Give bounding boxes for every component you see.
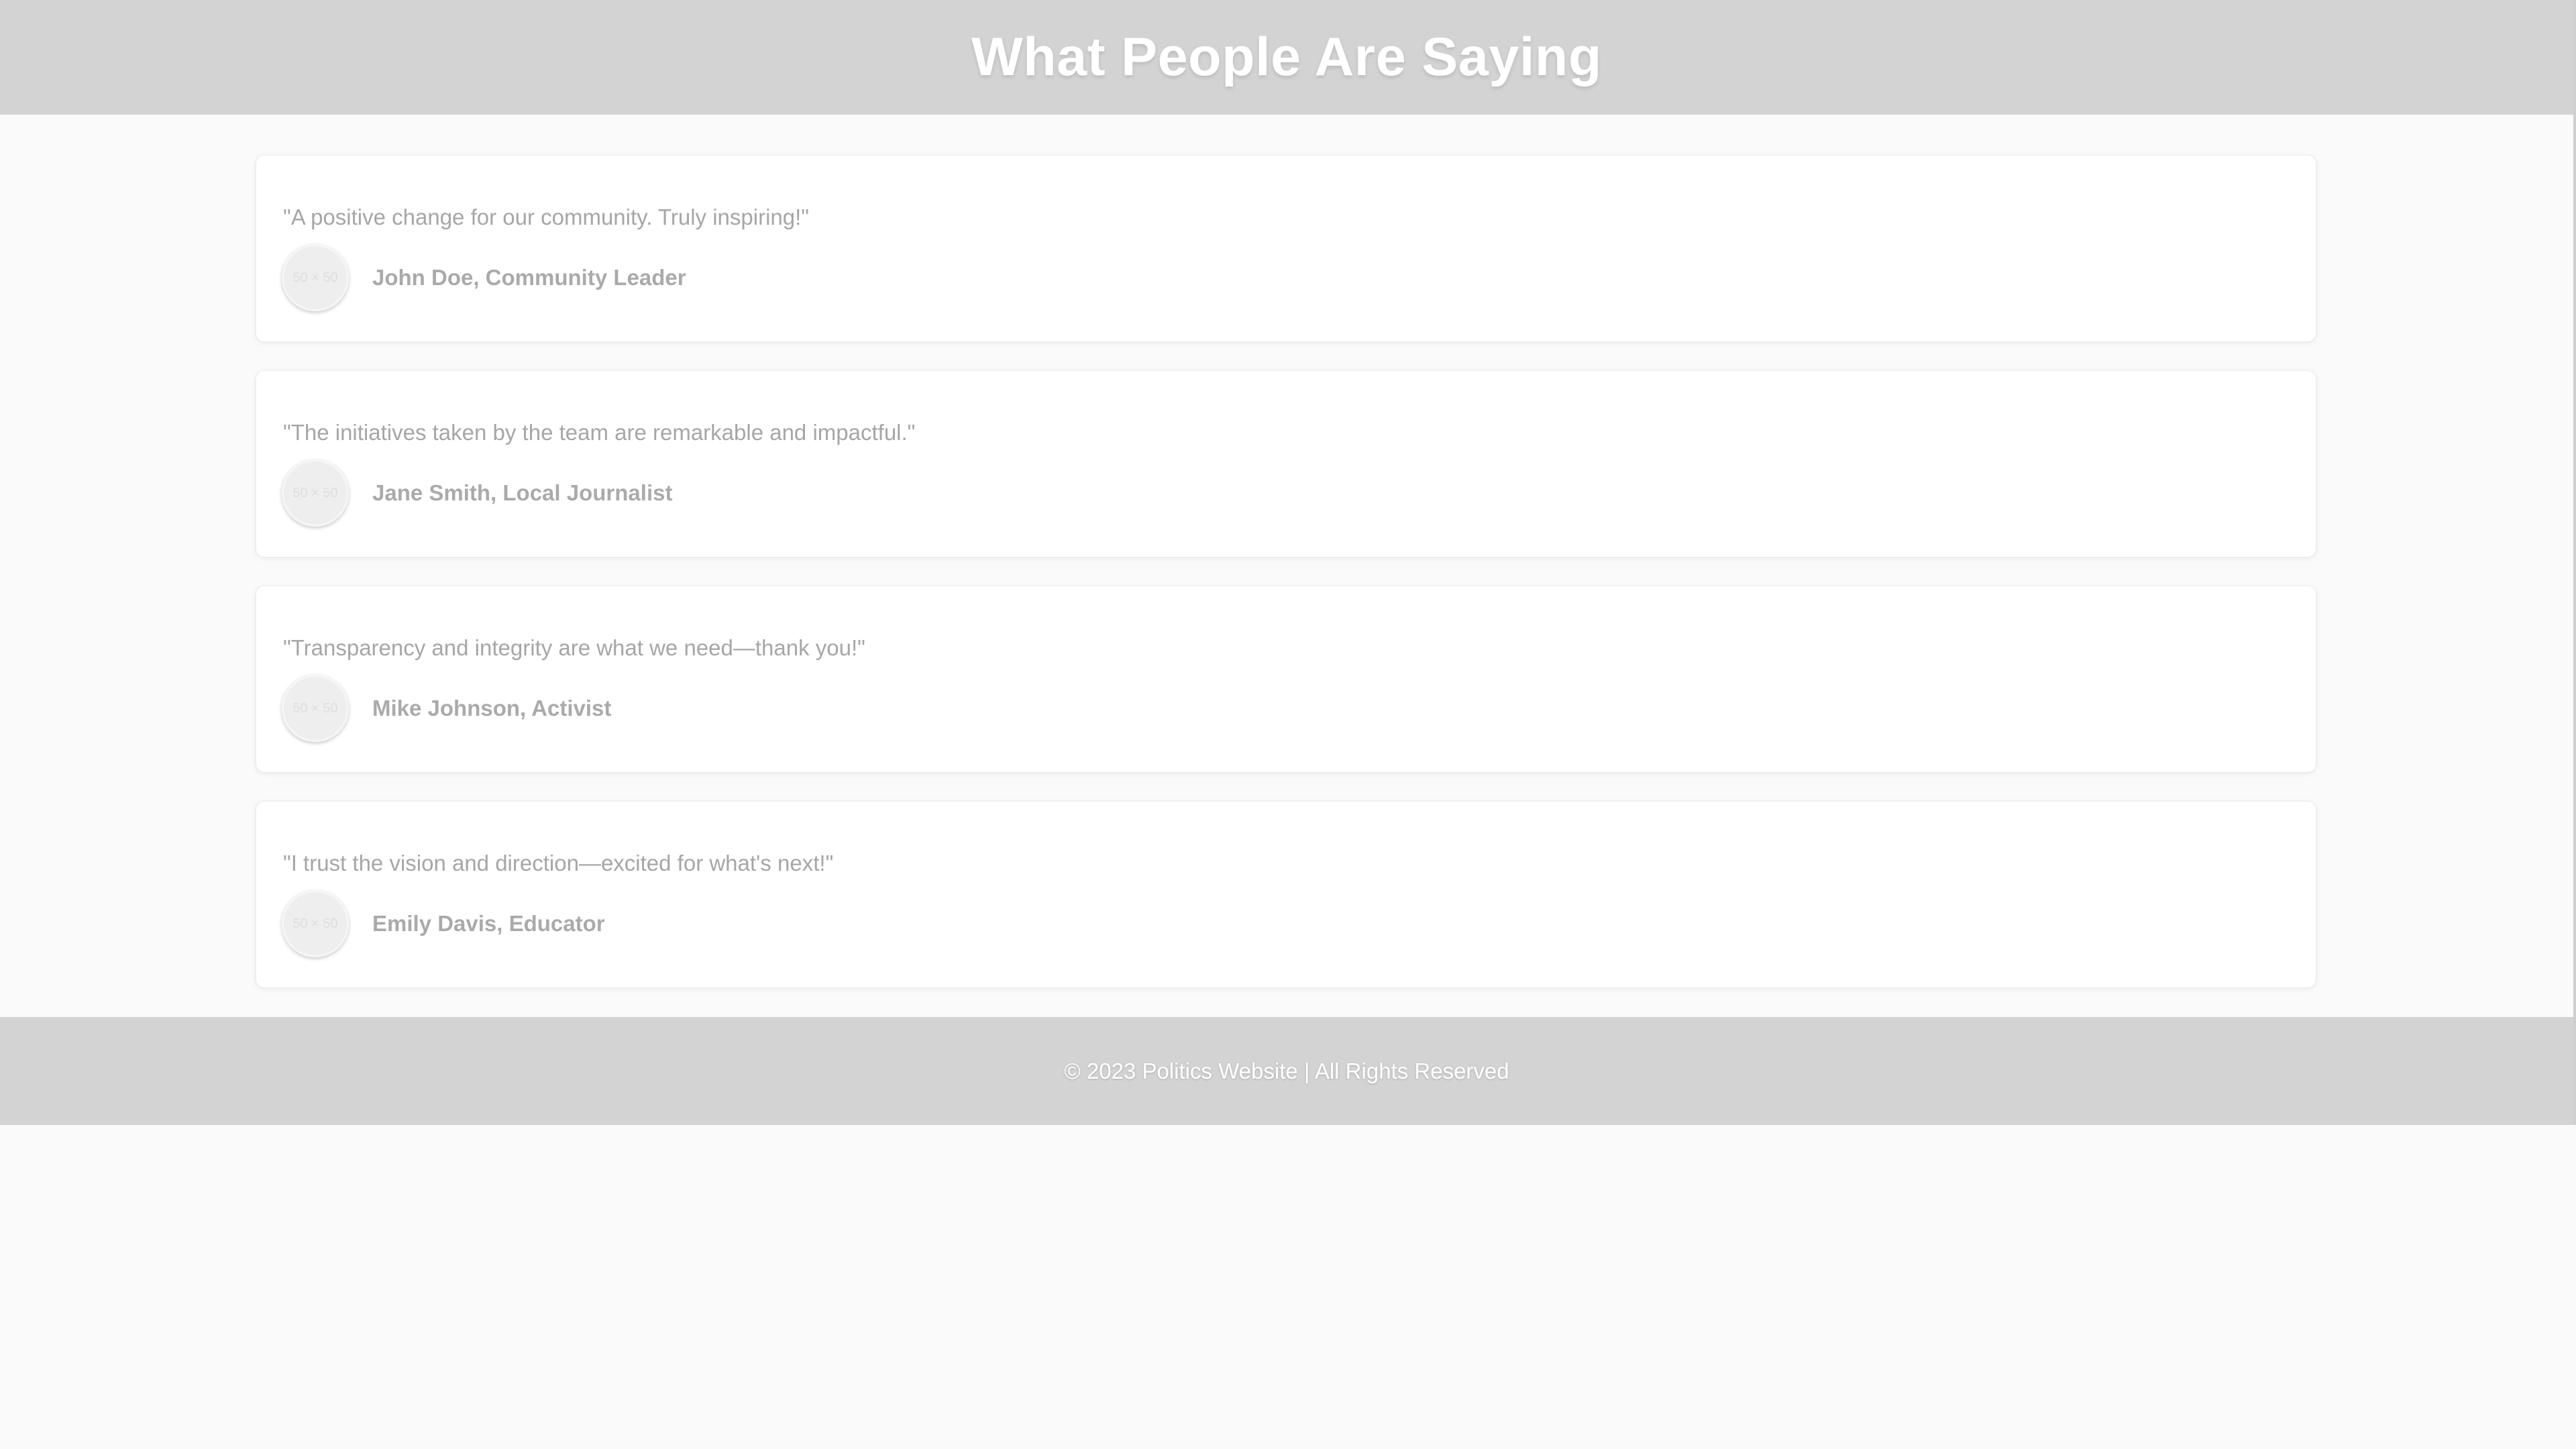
testimonial-author: Jane Smith, Local Journalist	[372, 480, 673, 505]
testimonial-author: John Doe, Community Leader	[372, 265, 686, 290]
footer-copyright: © 2023 Politics Website | All Rights Res…	[1064, 1058, 1509, 1083]
avatar-placeholder-text: 50 × 50	[292, 916, 338, 931]
avatar: 50 × 50	[282, 675, 349, 742]
testimonial-quote: "The initiatives taken by the team are r…	[283, 420, 916, 445]
testimonial-author: Mike Johnson, Activist	[372, 696, 612, 720]
testimonial-card: "I trust the vision and direction—excite…	[256, 802, 2316, 987]
avatar-placeholder-text: 50 × 50	[292, 700, 338, 716]
testimonial-quote: "Transparency and integrity are what we …	[283, 635, 865, 660]
page-title: What People Are Saying	[971, 27, 1602, 87]
page-footer: © 2023 Politics Website | All Rights Res…	[0, 1017, 2573, 1125]
testimonial-quote: "I trust the vision and direction—excite…	[283, 851, 834, 875]
testimonial-author-row: 50 × 50 Jane Smith, Local Journalist	[282, 460, 672, 527]
testimonial-author-row: 50 × 50 Mike Johnson, Activist	[282, 675, 611, 742]
avatar: 50 × 50	[282, 890, 349, 957]
testimonial-author-row: 50 × 50 Emily Davis, Educator	[282, 890, 605, 957]
testimonial-card: "A positive change for our community. Tr…	[256, 156, 2316, 341]
testimonial-author: Emily Davis, Educator	[372, 911, 605, 936]
scrollbar-edge	[2573, 0, 2576, 1125]
avatar-placeholder-text: 50 × 50	[292, 485, 338, 500]
testimonial-card: "Transparency and integrity are what we …	[256, 586, 2316, 772]
avatar: 50 × 50	[282, 460, 349, 527]
testimonial-author-row: 50 × 50 John Doe, Community Leader	[282, 244, 686, 311]
testimonials-list: "A positive change for our community. Tr…	[256, 156, 2316, 1017]
avatar: 50 × 50	[282, 244, 349, 311]
avatar-placeholder-text: 50 × 50	[292, 270, 338, 285]
testimonial-card: "The initiatives taken by the team are r…	[256, 371, 2316, 557]
testimonial-quote: "A positive change for our community. Tr…	[283, 205, 809, 229]
page-header: What People Are Saying	[0, 0, 2573, 115]
